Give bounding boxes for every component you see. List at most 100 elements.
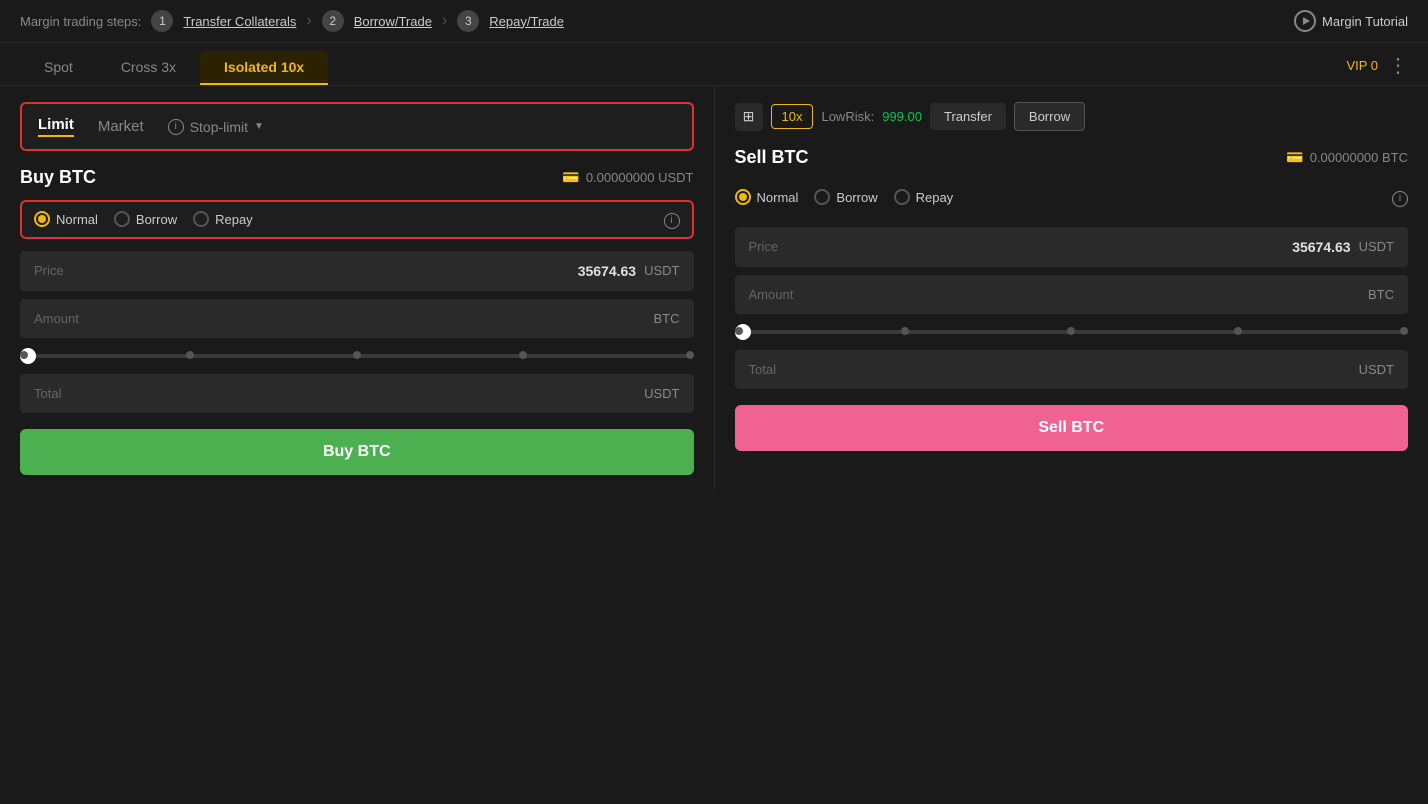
tab-spot[interactable]: Spot (20, 51, 97, 85)
sell-radio-repay-circle (894, 189, 910, 205)
sell-slider-dot-25 (901, 327, 909, 335)
sell-panel: ⊞ 10x LowRisk: 999.00 Transfer Borrow Se… (715, 86, 1428, 491)
sell-trade-header: Sell BTC 💳 0.00000000 BTC (735, 147, 1409, 168)
sell-radio-normal-circle (735, 189, 751, 205)
sell-radio-repay-label: Repay (916, 190, 954, 205)
tab-isolated[interactable]: Isolated 10x (200, 51, 328, 85)
sell-price-field[interactable]: Price 35674.63 USDT (735, 227, 1409, 267)
buy-slider-dot-50 (353, 351, 361, 359)
step1-num: 1 (151, 10, 173, 32)
buy-button[interactable]: Buy BTC (20, 429, 694, 475)
tab-cross[interactable]: Cross 3x (97, 51, 200, 85)
buy-total-field[interactable]: Total USDT (20, 374, 694, 413)
sell-radio-normal[interactable]: Normal (735, 189, 799, 205)
sell-amount-currency: BTC (1368, 287, 1394, 302)
sell-total-field[interactable]: Total USDT (735, 350, 1409, 389)
arrow2: › (442, 12, 447, 30)
sell-amount-label: Amount (749, 287, 794, 302)
calculator-icon[interactable]: ⊞ (735, 103, 763, 131)
buy-info-icon: i (664, 213, 680, 229)
sell-radio-borrow-circle (814, 189, 830, 205)
sell-slider-dots (735, 327, 1409, 335)
sell-balance-info: 💳 0.00000000 BTC (1286, 149, 1408, 166)
tab-right-controls: VIP 0 ⋮ (1346, 53, 1408, 84)
buy-radio-borrow-label: Borrow (136, 212, 177, 227)
stoplimit-chevron: ▼ (254, 121, 264, 132)
leverage-button[interactable]: 10x (771, 104, 814, 129)
buy-price-label: Price (34, 263, 64, 278)
main-content: Limit Market i Stop-limit ▼ Buy BTC 💳 0.… (0, 86, 1428, 491)
arrow1: › (306, 12, 311, 30)
sell-total-label: Total (749, 362, 776, 377)
sell-radio-info[interactable]: i (1392, 188, 1408, 207)
order-type-selector: Limit Market i Stop-limit ▼ (20, 102, 694, 151)
sell-price-label: Price (749, 239, 779, 254)
buy-radio-repay-circle (193, 211, 209, 227)
buy-slider-dot-25 (186, 351, 194, 359)
buy-slider-dots (20, 351, 694, 359)
borrow-button[interactable]: Borrow (1014, 102, 1085, 131)
low-risk-label: LowRisk: (821, 109, 874, 124)
step2-num: 2 (322, 10, 344, 32)
margin-steps-label: Margin trading steps: (20, 14, 141, 29)
sell-slider-dot-100 (1400, 327, 1408, 335)
buy-price-value: 35674.63 (578, 263, 636, 279)
transfer-button[interactable]: Transfer (930, 103, 1006, 130)
tutorial-label: Margin Tutorial (1322, 14, 1408, 29)
sell-price-value-group: 35674.63 USDT (1292, 239, 1394, 255)
step2-link[interactable]: Borrow/Trade (354, 14, 432, 29)
buy-price-field[interactable]: Price 35674.63 USDT (20, 251, 694, 291)
sell-balance: 0.00000000 BTC (1310, 150, 1408, 165)
buy-slider-track[interactable] (20, 354, 694, 358)
buy-radio-borrow[interactable]: Borrow (114, 211, 177, 227)
buy-radio-borrow-circle (114, 211, 130, 227)
buy-radio-normal-circle (34, 211, 50, 227)
sell-slider-dot-50 (1067, 327, 1075, 335)
buy-radio-repay[interactable]: Repay (193, 211, 253, 227)
sell-radio-group: Normal Borrow Repay i (735, 180, 1409, 215)
sell-amount-field[interactable]: Amount BTC (735, 275, 1409, 314)
buy-radio-normal[interactable]: Normal (34, 211, 98, 227)
top-bar: Margin trading steps: 1 Transfer Collate… (0, 0, 1428, 43)
order-type-stoplimit[interactable]: i Stop-limit ▼ (168, 119, 264, 135)
low-risk-value: 999.00 (882, 109, 922, 124)
step1-link[interactable]: Transfer Collaterals (183, 14, 296, 29)
step3-link[interactable]: Repay/Trade (489, 14, 564, 29)
sell-slider-row[interactable] (735, 322, 1409, 342)
more-icon[interactable]: ⋮ (1388, 53, 1408, 78)
buy-amount-currency: BTC (654, 311, 680, 326)
stoplimit-label: Stop-limit (190, 119, 248, 135)
sell-radio-normal-label: Normal (757, 190, 799, 205)
stoplimit-info-icon: i (168, 119, 184, 135)
buy-trade-header: Buy BTC 💳 0.00000000 USDT (20, 167, 694, 188)
order-type-limit[interactable]: Limit (38, 116, 74, 137)
buy-radio-repay-label: Repay (215, 212, 253, 227)
buy-total-currency: USDT (644, 386, 679, 401)
sell-price-currency: USDT (1359, 239, 1394, 254)
right-panel-controls: ⊞ 10x LowRisk: 999.00 Transfer Borrow (735, 102, 1409, 131)
sell-radio-repay[interactable]: Repay (894, 189, 954, 205)
sell-price-value: 35674.63 (1292, 239, 1350, 255)
buy-price-currency: USDT (644, 263, 679, 278)
buy-slider-dot-0 (20, 351, 28, 359)
buy-radio-normal-label: Normal (56, 212, 98, 227)
sell-total-currency: USDT (1359, 362, 1394, 377)
sell-slider-dot-0 (735, 327, 743, 335)
buy-title: Buy BTC (20, 167, 96, 188)
tab-row: Spot Cross 3x Isolated 10x VIP 0 ⋮ (0, 43, 1428, 86)
sell-button[interactable]: Sell BTC (735, 405, 1409, 451)
sell-info-icon: i (1392, 191, 1408, 207)
buy-panel: Limit Market i Stop-limit ▼ Buy BTC 💳 0.… (0, 86, 715, 491)
order-type-market[interactable]: Market (98, 118, 144, 135)
tutorial-button[interactable]: Margin Tutorial (1294, 10, 1408, 32)
buy-balance: 0.00000000 USDT (586, 170, 694, 185)
sell-radio-borrow[interactable]: Borrow (814, 189, 877, 205)
buy-radio-info[interactable]: i (664, 210, 680, 229)
wallet-icon: 💳 (562, 169, 579, 186)
buy-amount-field[interactable]: Amount BTC (20, 299, 694, 338)
buy-slider-row[interactable] (20, 346, 694, 366)
buy-total-label: Total (34, 386, 61, 401)
sell-slider-track[interactable] (735, 330, 1409, 334)
buy-balance-info: 💳 0.00000000 USDT (562, 169, 693, 186)
sell-radio-borrow-label: Borrow (836, 190, 877, 205)
